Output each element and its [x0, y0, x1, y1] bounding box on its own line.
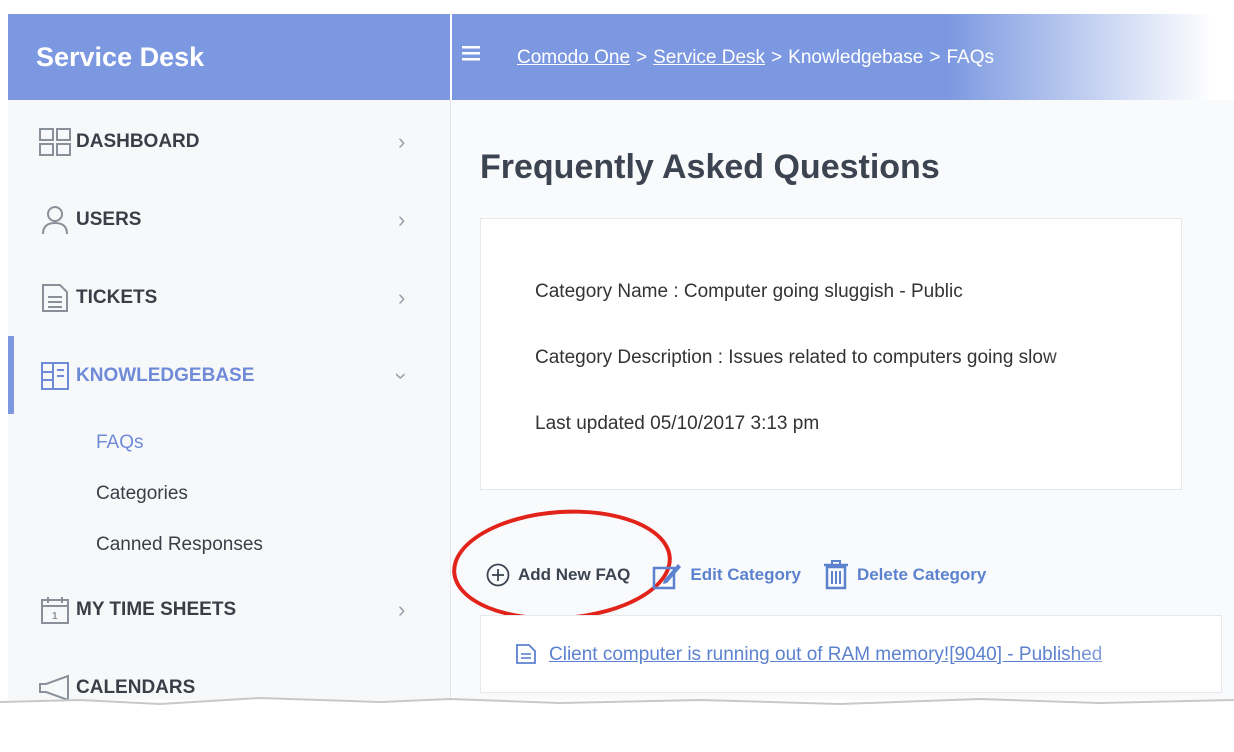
breadcrumb-knowledgebase: Knowledgebase — [788, 47, 924, 68]
category-info-card: Category Name : Computer going sluggish … — [480, 218, 1182, 490]
category-description: Category Description : Issues related to… — [535, 347, 1057, 368]
sidebar-item-label: DASHBOARD — [76, 131, 200, 152]
calendar-icon: 1 — [38, 595, 72, 625]
hamburger-menu-icon[interactable] — [462, 44, 482, 68]
action-bar: Add New FAQ Edit Category Delete Categor… — [486, 555, 1008, 595]
sidebar-item-dashboard[interactable]: DASHBOARD › — [8, 112, 450, 172]
chevron-right-icon: › — [398, 285, 406, 310]
breadcrumb-faqs: FAQs — [946, 47, 994, 68]
chevron-right-icon: › — [398, 207, 406, 232]
chevron-right-icon: › — [398, 129, 406, 154]
sidebar-subitem-categories[interactable]: Categories — [96, 483, 188, 505]
sidebar-item-tickets[interactable]: TICKETS › — [8, 268, 450, 328]
document-icon — [515, 643, 537, 670]
user-icon — [38, 205, 72, 235]
category-name: Category Name : Computer going sluggish … — [535, 281, 963, 302]
knowledgebase-icon — [38, 361, 72, 391]
top-bar: Comodo One > Service Desk > Knowledgebase > FA… — [452, 14, 1212, 100]
trash-icon — [823, 560, 849, 590]
svg-text:1: 1 — [52, 611, 58, 622]
sidebar-item-label: TICKETS — [76, 287, 158, 308]
edit-category-button[interactable]: Edit Category — [652, 560, 801, 590]
sidebar-item-users[interactable]: USERS › — [8, 190, 450, 250]
breadcrumb-service-desk[interactable]: Service Desk — [653, 47, 765, 68]
plus-circle-icon — [486, 563, 510, 587]
page-title: Frequently Asked Questions — [480, 148, 940, 186]
sidebar-item-label: MY TIME SHEETS — [76, 599, 237, 620]
sidebar-item-my-time-sheets[interactable]: 1 MY TIME SHEETS › — [8, 580, 450, 640]
main-content: Frequently Asked Questions Category Name… — [448, 100, 1234, 720]
sidebar-item-knowledgebase[interactable]: KNOWLEDGEBASE › — [8, 346, 450, 406]
last-updated: Last updated 05/10/2017 3:13 pm — [535, 413, 820, 434]
chevron-down-icon: › — [389, 372, 415, 380]
faq-link[interactable]: Client computer is running out of RAM me… — [549, 644, 1102, 666]
delete-category-button[interactable]: Delete Category — [823, 560, 986, 590]
breadcrumb-comodo-one[interactable]: Comodo One — [517, 47, 630, 68]
torn-edge — [0, 696, 1234, 752]
add-new-faq-button[interactable]: Add New FAQ — [486, 563, 630, 587]
ticket-document-icon — [38, 283, 72, 313]
sidebar-item-label: KNOWLEDGEBASE — [76, 365, 255, 386]
app-title: Service Desk — [8, 14, 450, 100]
sidebar-item-label: USERS — [76, 209, 142, 230]
dashboard-grid-icon — [38, 127, 72, 157]
breadcrumb: Comodo One > Service Desk > Knowledgebase > FA… — [517, 47, 994, 68]
sidebar-subitem-faqs[interactable]: FAQs — [96, 432, 144, 454]
chevron-right-icon: › — [398, 597, 406, 622]
sidebar: DASHBOARD › USERS › TICKETS › KNOWLEDGEB… — [8, 100, 451, 720]
sidebar-subitem-canned-responses[interactable]: Canned Responses — [96, 534, 263, 556]
edit-pencil-icon — [652, 560, 682, 590]
